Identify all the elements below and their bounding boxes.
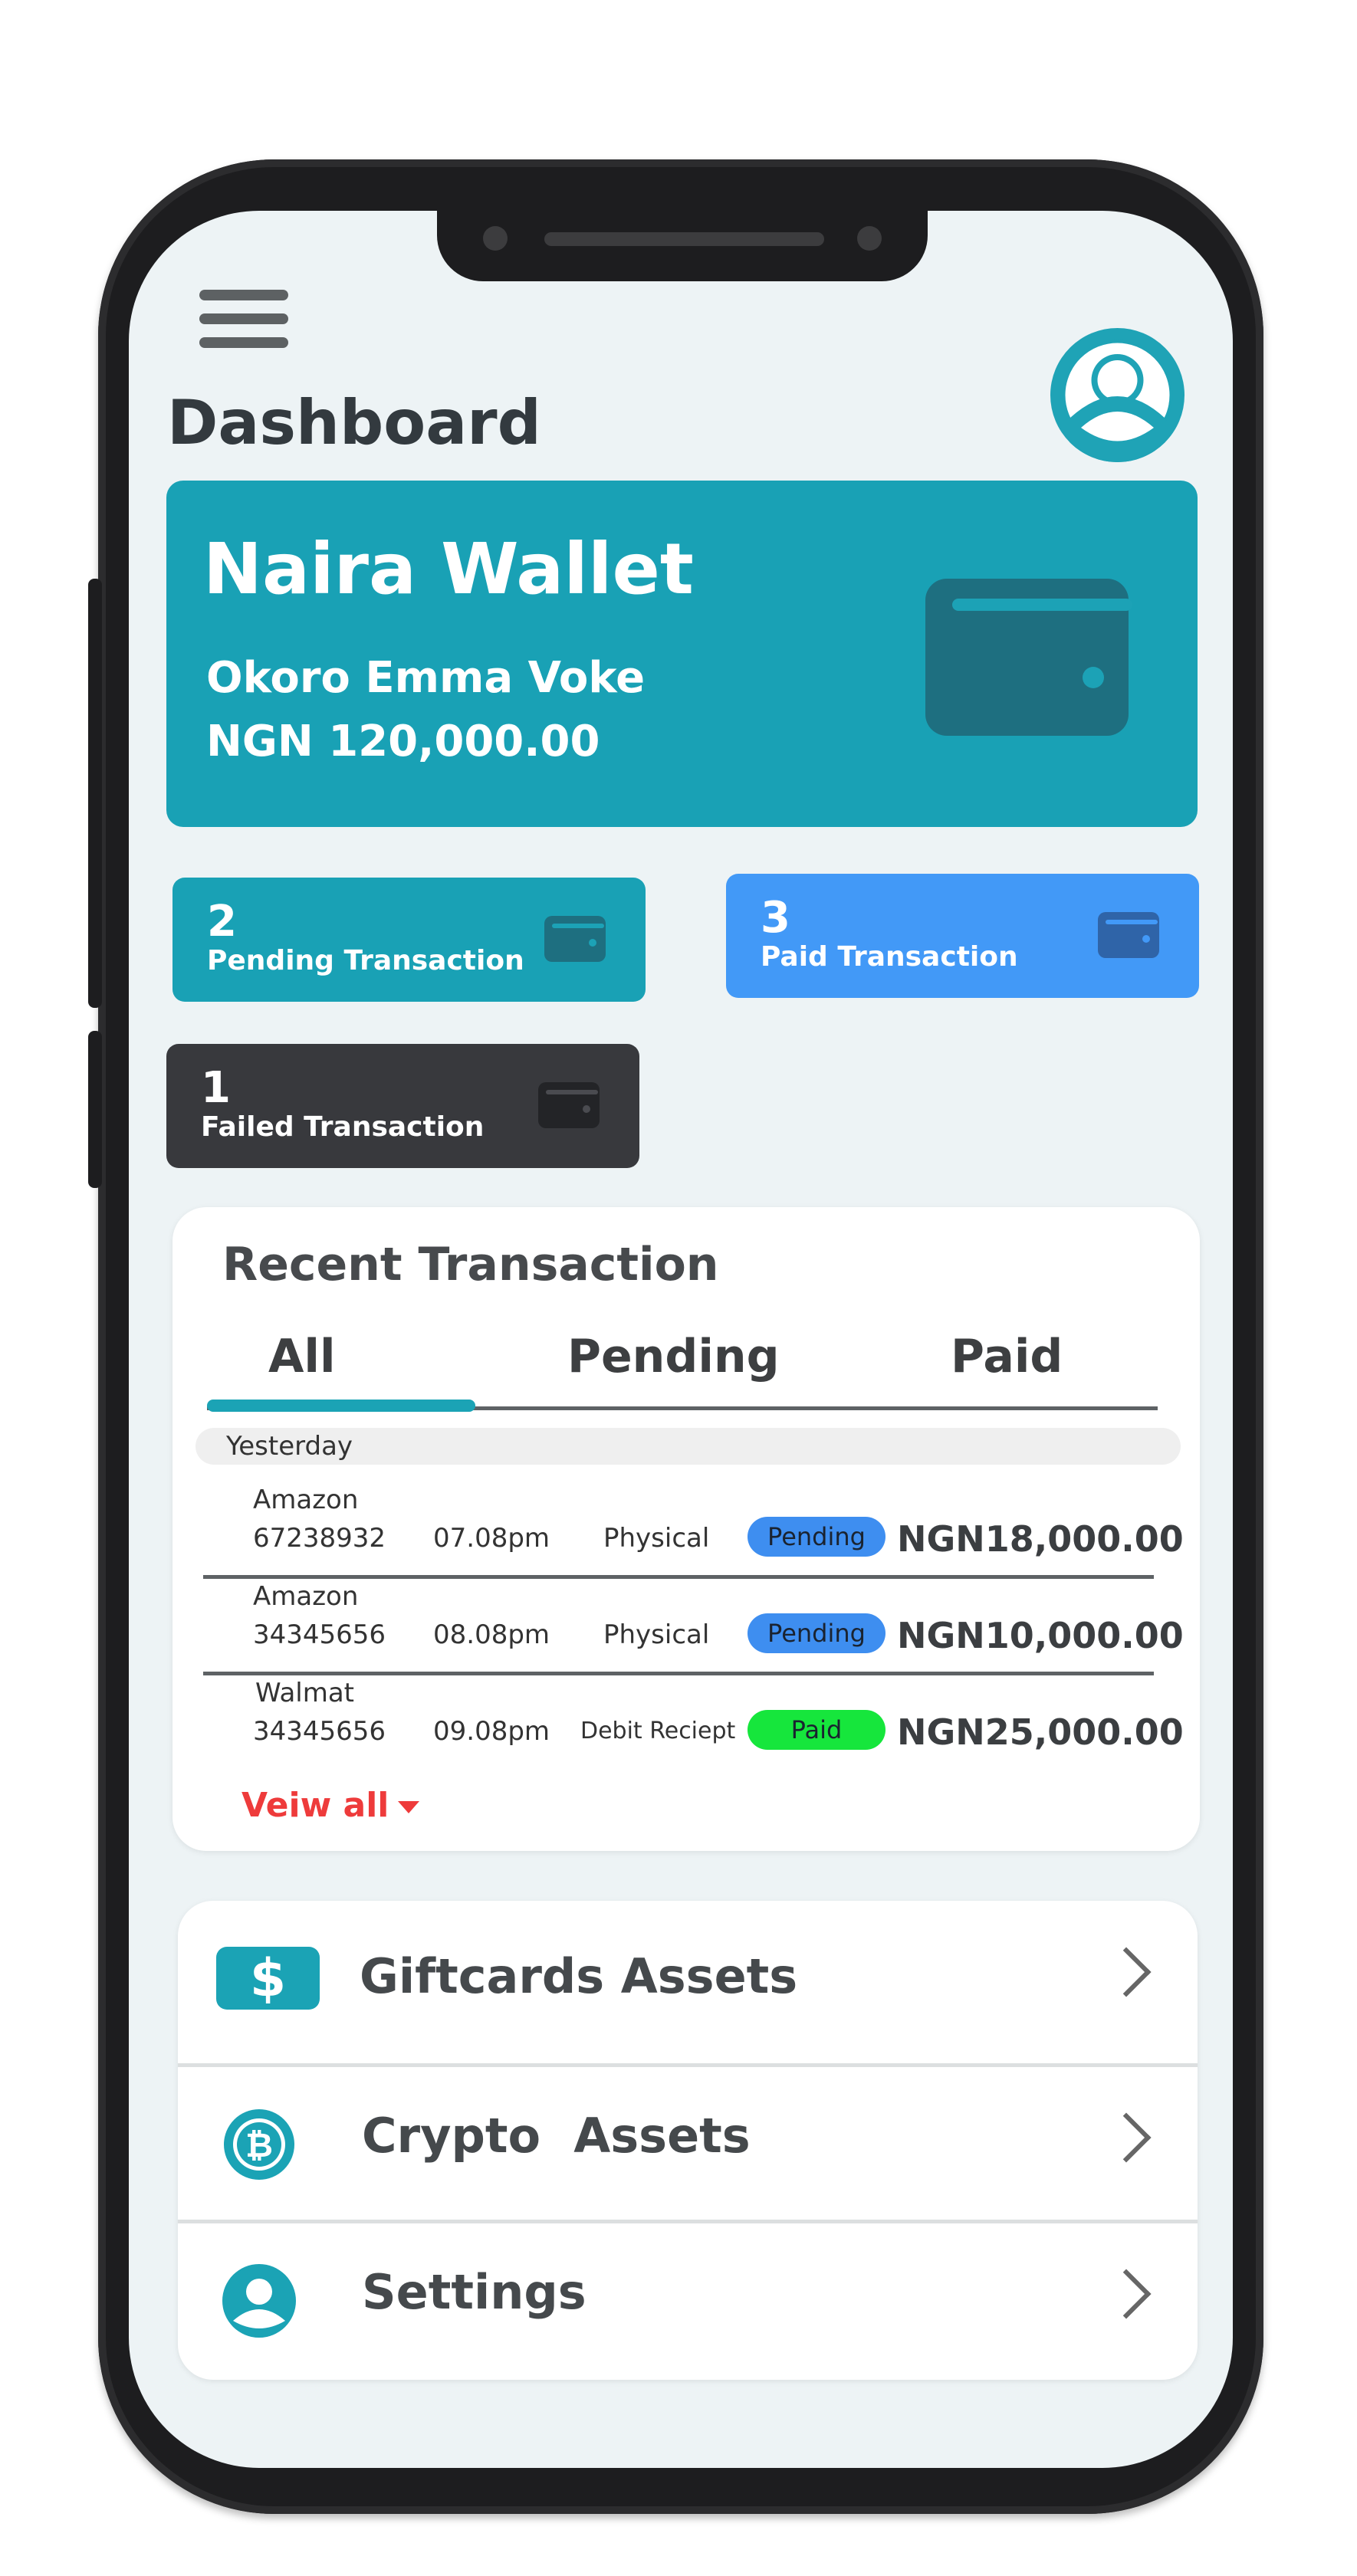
transaction-time: 08.08pm xyxy=(433,1619,550,1650)
wallet-icon xyxy=(1098,912,1159,958)
speaker-grille xyxy=(544,232,824,246)
date-group-label: Yesterday xyxy=(226,1431,353,1462)
view-all-label: Veiw all xyxy=(242,1786,389,1825)
user-settings-icon xyxy=(221,2263,297,2339)
bitcoin-icon: ₿ xyxy=(221,2106,297,2183)
transaction-type: Physical xyxy=(603,1523,710,1554)
paid-transaction-card[interactable]: 3 Paid Transaction xyxy=(726,874,1199,998)
menu-divider xyxy=(178,2220,1198,2223)
transaction-row[interactable]: Amazon 34345656 08.08pm Physical Pending… xyxy=(172,1581,1200,1678)
volume-down-button xyxy=(88,1031,102,1188)
transaction-row[interactable]: Amazon 67238932 07.08pm Physical Pending… xyxy=(172,1485,1200,1581)
row-divider xyxy=(203,1672,1154,1675)
transaction-amount: NGN18,000.00 xyxy=(897,1518,1184,1560)
sensor-dot xyxy=(857,226,882,251)
pending-label: Pending Transaction xyxy=(207,945,524,976)
section-title: Recent Transaction xyxy=(222,1238,719,1291)
notch xyxy=(437,211,928,281)
transaction-ref: 34345656 xyxy=(253,1716,386,1747)
menu-item-label: Crypto Assets xyxy=(362,2108,751,2164)
page-title: Dashboard xyxy=(167,387,541,458)
tab-paid[interactable]: Paid xyxy=(951,1330,1063,1383)
active-tab-indicator xyxy=(207,1400,475,1412)
menu-item-settings[interactable]: Settings xyxy=(178,2224,1198,2380)
transaction-time: 07.08pm xyxy=(433,1523,550,1554)
transaction-type: Debit Reciept xyxy=(580,1718,736,1744)
row-divider xyxy=(203,1575,1154,1579)
chevron-right-icon xyxy=(1101,1947,1152,1997)
merchant-name: Walmat xyxy=(255,1678,355,1708)
wallet-icon xyxy=(925,579,1132,736)
transaction-ref: 34345656 xyxy=(253,1619,386,1650)
transaction-type: Physical xyxy=(603,1619,710,1650)
view-all-link[interactable]: Veiw all xyxy=(242,1786,420,1825)
chevron-right-icon xyxy=(1101,2269,1152,2319)
transaction-amount: NGN25,000.00 xyxy=(897,1711,1184,1753)
hamburger-menu-icon[interactable] xyxy=(199,290,288,361)
date-group-header: Yesterday xyxy=(196,1428,1181,1465)
wallet-name: Naira Wallet xyxy=(203,528,694,610)
paid-count: 3 xyxy=(761,893,790,943)
chevron-right-icon xyxy=(1101,2112,1152,2163)
menu-divider xyxy=(178,2063,1198,2067)
merchant-name: Amazon xyxy=(253,1485,359,1515)
transaction-time: 09.08pm xyxy=(433,1716,550,1747)
paid-label: Paid Transaction xyxy=(761,941,1018,973)
menu-item-label: Giftcards Assets xyxy=(360,1948,798,2004)
failed-transaction-card[interactable]: 1 Failed Transaction xyxy=(166,1044,639,1168)
transaction-amount: NGN10,000.00 xyxy=(897,1615,1184,1656)
user-avatar-icon[interactable] xyxy=(1050,328,1184,462)
asset-menu: $ Giftcards Assets ₿ Crypto Assets Setti… xyxy=(178,1901,1198,2380)
tab-all[interactable]: All xyxy=(268,1330,336,1383)
volume-up-button xyxy=(88,579,102,1008)
status-badge: Pending xyxy=(748,1613,886,1653)
failed-count: 1 xyxy=(201,1063,231,1113)
tab-pending[interactable]: Pending xyxy=(567,1330,780,1383)
svg-text:₿: ₿ xyxy=(245,2126,273,2165)
failed-label: Failed Transaction xyxy=(201,1111,485,1143)
menu-item-label: Settings xyxy=(362,2264,586,2320)
recent-transactions-panel: Recent Transaction All Pending Paid Yest… xyxy=(172,1207,1200,1851)
transaction-row[interactable]: Walmat 34345656 09.08pm Debit Reciept Pa… xyxy=(172,1678,1200,1774)
wallet-icon xyxy=(544,916,606,962)
camera-dot xyxy=(483,226,508,251)
status-badge: Paid xyxy=(748,1710,886,1750)
menu-item-giftcards[interactable]: $ Giftcards Assets xyxy=(178,1901,1198,2058)
transaction-ref: 67238932 xyxy=(253,1523,386,1554)
wallet-icon xyxy=(538,1082,600,1128)
wallet-card[interactable]: Naira Wallet Okoro Emma Voke NGN 120,000… xyxy=(166,481,1198,827)
merchant-name: Amazon xyxy=(253,1581,359,1612)
caret-down-icon xyxy=(398,1801,420,1813)
pending-count: 2 xyxy=(207,897,237,947)
wallet-balance: NGN 120,000.00 xyxy=(206,717,600,766)
status-badge: Pending xyxy=(748,1517,886,1557)
wallet-owner: Okoro Emma Voke xyxy=(206,653,646,703)
dollar-card-icon: $ xyxy=(216,1947,320,2010)
menu-item-crypto[interactable]: ₿ Crypto Assets xyxy=(178,2068,1198,2225)
pending-transaction-card[interactable]: 2 Pending Transaction xyxy=(172,878,646,1002)
